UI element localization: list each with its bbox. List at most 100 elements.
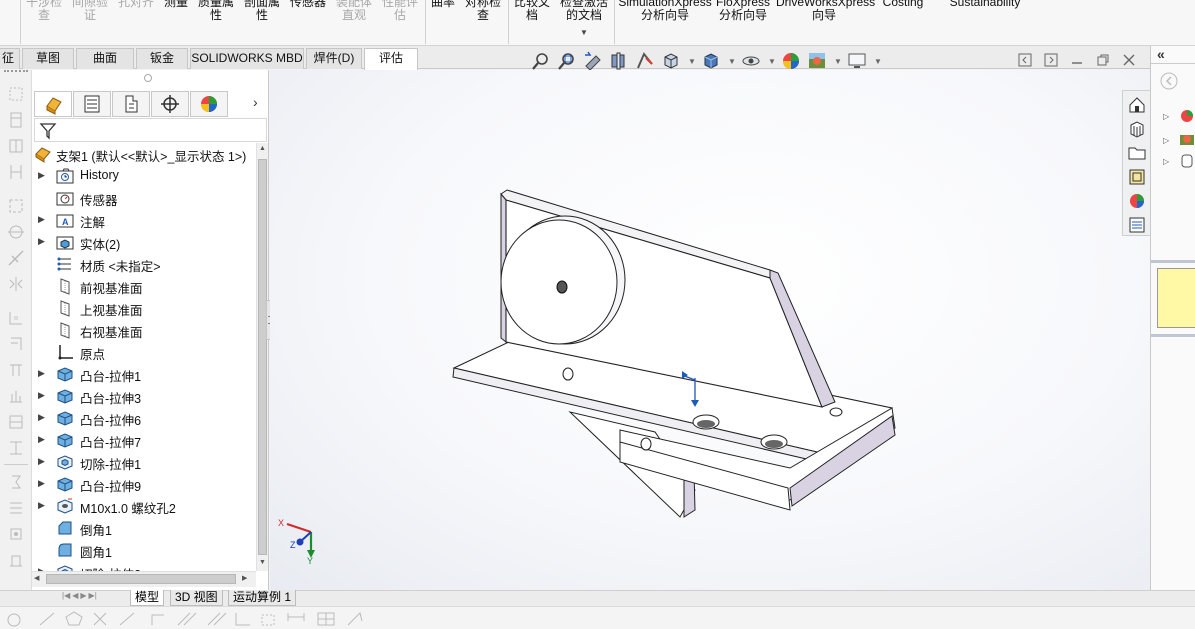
tree-node[interactable]: ▶ 凸台-拉伸3 xyxy=(32,385,256,407)
view-palette-icon[interactable] xyxy=(1127,167,1147,187)
tree-node[interactable]: 上视基准面 xyxy=(32,297,256,319)
feature-filter-field[interactable] xyxy=(34,118,267,142)
display-relations-icon[interactable] xyxy=(6,360,26,380)
trim-tool-icon[interactable] xyxy=(6,196,26,216)
tab-sheet-metal[interactable]: 钣金 xyxy=(136,48,188,69)
curvature-button[interactable]: 曲率 xyxy=(429,0,457,9)
view-settings-icon[interactable] xyxy=(846,50,868,72)
shaded-sketch-contours-icon[interactable] xyxy=(6,498,26,518)
slot-tool-icon[interactable] xyxy=(6,136,26,156)
collapse-panel-icon[interactable]: « xyxy=(1157,46,1165,62)
simulationxpress-button[interactable]: SimulationXpress 分析向导 xyxy=(618,0,712,22)
tab-evaluate[interactable]: 评估 xyxy=(364,48,418,70)
tree-node[interactable]: 圆角1 xyxy=(32,539,256,561)
tree-node[interactable]: ▶ 凸台-拉伸7 xyxy=(32,429,256,451)
expand-arrow-icon[interactable]: ▷ xyxy=(1163,157,1169,166)
scroll-down-icon[interactable]: ▼ xyxy=(259,559,266,566)
chevron-down-icon[interactable]: ▼ xyxy=(874,57,882,66)
tile-right-icon[interactable] xyxy=(1043,52,1059,68)
polygon-tool-icon[interactable] xyxy=(6,162,26,182)
tree-node[interactable]: ▶切除-拉伸2 xyxy=(32,561,256,571)
back-icon[interactable] xyxy=(1159,71,1179,91)
expand-arrow-icon[interactable]: ▶ xyxy=(38,368,45,379)
driveworksxpress-button[interactable]: DriveWorksXpress 向导 xyxy=(776,0,875,22)
measure-button[interactable]: 测量 xyxy=(160,0,192,9)
view-orientation-icon[interactable] xyxy=(660,50,682,72)
line-tool-icon[interactable] xyxy=(6,84,26,104)
next-tab-icon[interactable]: ▶ xyxy=(80,591,86,605)
floxpress-button[interactable]: FloXpress 分析向导 xyxy=(714,0,772,22)
last-tab-icon[interactable]: ▶| xyxy=(89,591,97,605)
panel-grip[interactable] xyxy=(144,74,152,82)
zoom-to-area-icon[interactable] xyxy=(556,50,578,72)
display-style-icon[interactable] xyxy=(700,50,722,72)
instant-2d-icon[interactable] xyxy=(6,472,26,492)
compare-documents-button[interactable]: 比较文 档 xyxy=(512,0,552,22)
scroll-left-icon[interactable]: ◀ xyxy=(34,574,39,582)
tree-node[interactable]: ▶ 切除-拉伸1 xyxy=(32,451,256,473)
tree-node[interactable]: ▶ History xyxy=(32,165,256,187)
bracket-model[interactable] xyxy=(270,70,1150,590)
tree-horizontal-scrollbar[interactable]: ◀ ▶ xyxy=(32,571,256,587)
custom-properties-icon[interactable] xyxy=(1127,215,1147,235)
sensor-button[interactable]: 传感器 xyxy=(288,0,328,9)
mass-properties-button[interactable]: 质量属 性 xyxy=(196,0,236,22)
repair-sketch-icon[interactable] xyxy=(6,386,26,406)
tab-sketch[interactable]: 草图 xyxy=(22,48,74,69)
mirror-entities-icon[interactable] xyxy=(6,274,26,294)
tree-node[interactable]: 前视基准面 xyxy=(32,275,256,297)
tab-surfaces[interactable]: 曲面 xyxy=(76,48,134,69)
sketch-picture-icon[interactable] xyxy=(6,550,26,570)
expand-arrow-icon[interactable]: ▷ xyxy=(1163,136,1169,145)
tree-node[interactable]: ▶ 凸台-拉伸6 xyxy=(32,407,256,429)
graphics-viewport[interactable]: X Y Z xyxy=(270,70,1150,590)
expand-arrow-icon[interactable]: ▶ xyxy=(38,170,45,181)
tree-node[interactable]: 右视基准面 xyxy=(32,319,256,341)
offset-entities-icon[interactable] xyxy=(6,248,26,268)
rapid-sketch-icon[interactable] xyxy=(6,438,26,458)
assembly-visualization-button[interactable]: 装配体 直观 xyxy=(334,0,374,22)
scroll-right-icon[interactable]: ▶ xyxy=(242,574,247,582)
reference-triad[interactable]: X Y Z xyxy=(278,518,328,566)
chevron-down-icon[interactable]: ▼ xyxy=(834,57,842,66)
previous-tab-icon[interactable]: ◀ xyxy=(72,591,78,605)
tab-features[interactable]: 征 xyxy=(0,48,20,69)
hole-alignment-button[interactable]: 孔对齐 xyxy=(116,0,156,9)
tree-node[interactable]: ▶ M10x1.0 螺纹孔2 xyxy=(32,495,256,517)
tab-weldments[interactable]: 焊件(D) xyxy=(306,48,362,69)
sketch-ink-icon[interactable] xyxy=(6,524,26,544)
tile-left-icon[interactable] xyxy=(1017,52,1033,68)
expand-arrow-icon[interactable]: ▶ xyxy=(38,434,45,445)
expand-arrow-icon[interactable]: ▶ xyxy=(38,236,45,247)
expand-arrow-icon[interactable]: ▷ xyxy=(1163,112,1169,121)
chevron-down-icon[interactable]: ▼ xyxy=(688,57,696,66)
zoom-to-fit-icon[interactable] xyxy=(530,50,552,72)
chevron-down-icon[interactable]: ▼ xyxy=(580,28,588,37)
edit-appearance-icon[interactable] xyxy=(780,50,802,72)
hide-show-items-icon[interactable] xyxy=(740,50,762,72)
file-explorer-icon[interactable] xyxy=(1127,143,1147,163)
expand-arrow-icon[interactable]: ▶ xyxy=(38,214,45,225)
tab-dimxpertmanager[interactable] xyxy=(151,91,189,117)
symmetry-check-button[interactable]: 对称检 查 xyxy=(462,0,504,22)
apply-scene-icon[interactable] xyxy=(806,50,828,72)
tab-featuremanager[interactable] xyxy=(34,91,72,117)
section-view-icon[interactable] xyxy=(608,50,630,72)
tree-node[interactable]: ▶ A 注解 xyxy=(32,209,256,231)
linear-pattern-icon[interactable] xyxy=(6,308,26,328)
tree-node[interactable]: ▶ 凸台-拉伸9 xyxy=(32,473,256,495)
check-active-document-button[interactable]: 检查激活 的文档 xyxy=(558,0,610,22)
restore-icon[interactable] xyxy=(1095,52,1111,68)
chevron-down-icon[interactable]: ▼ xyxy=(768,57,776,66)
scroll-thumb-horizontal[interactable] xyxy=(46,574,236,584)
close-icon[interactable] xyxy=(1121,52,1137,68)
expand-arrow-icon[interactable]: ▶ xyxy=(38,456,45,467)
home-icon[interactable] xyxy=(1127,95,1147,115)
tree-node[interactable]: 传感器 xyxy=(32,187,256,209)
tree-root[interactable]: 支架1 (默认<<默认>_显示状态 1>) xyxy=(32,143,256,165)
tab-3d-view[interactable]: 3D 视图 xyxy=(170,590,223,606)
tab-displaymanager[interactable] xyxy=(190,91,228,117)
scroll-up-icon[interactable]: ▲ xyxy=(259,145,266,152)
costing-button[interactable]: Costing xyxy=(878,0,928,9)
quick-snaps-icon[interactable] xyxy=(6,412,26,432)
